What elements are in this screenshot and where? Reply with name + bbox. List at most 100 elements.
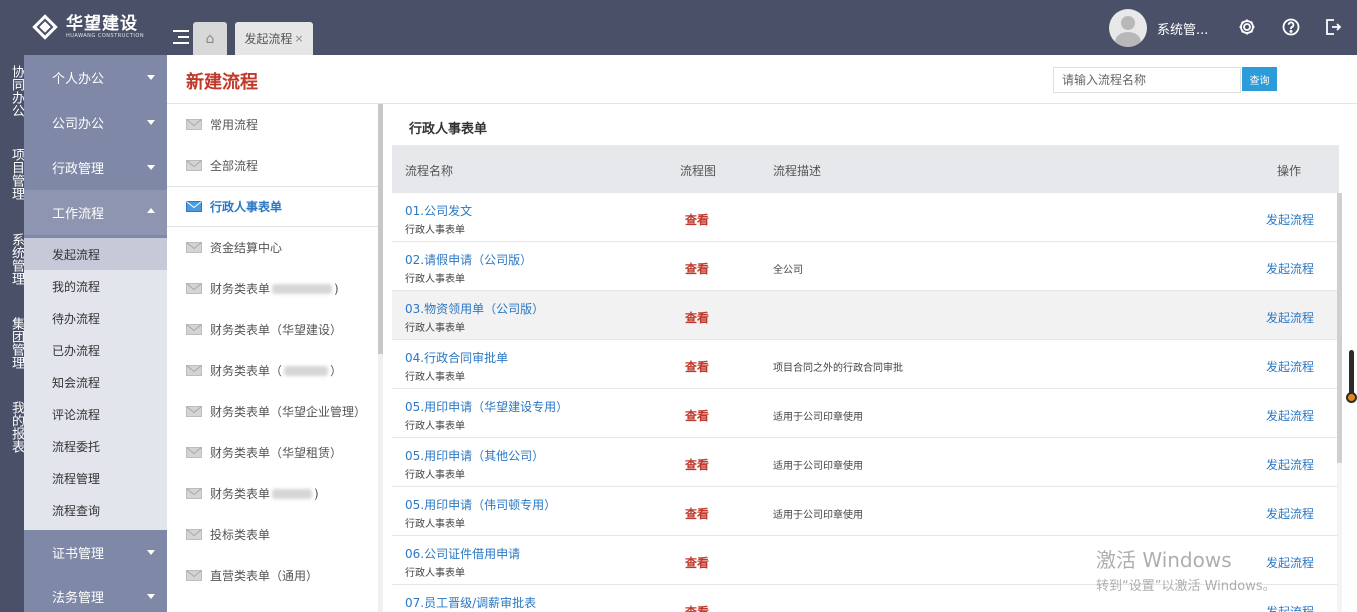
view-diagram-link[interactable]: 查看 — [685, 211, 709, 228]
menu-group-certificate-management[interactable]: 证书管理 — [24, 530, 167, 575]
tab-home[interactable]: ⌂ — [193, 22, 227, 55]
submenu-comment-process[interactable]: 评论流程 — [24, 398, 167, 430]
process-category: 行政人事表单 — [405, 274, 465, 285]
start-process-link[interactable]: 发起流程 — [1266, 309, 1314, 326]
process-category: 行政人事表单 — [405, 225, 465, 236]
scrollbar-thumb[interactable] — [1337, 193, 1342, 463]
table-row: 05.用印申请（其他公司） 行政人事表单 查看 适用于公司印章使用 发起流程 — [392, 438, 1337, 487]
module-group-management[interactable]: 集团管理 — [0, 317, 24, 369]
category-item[interactable]: 常用流程 — [167, 104, 378, 145]
category-item[interactable]: 财务类表单（华望建设） — [167, 309, 378, 350]
watermark-title: 激活 Windows — [1096, 548, 1232, 572]
category-item[interactable]: 财务类表单（华望租赁） — [167, 432, 378, 473]
module-collab-office[interactable]: 协同办公 — [0, 65, 24, 117]
process-name-link[interactable]: 05.用印申请（伟司顿专用） — [405, 496, 556, 513]
close-icon[interactable]: × — [294, 32, 303, 45]
mail-icon — [186, 283, 202, 294]
logo-diamond-icon — [30, 12, 60, 42]
table-row: 04.行政合同审批单 行政人事表单 查看 项目合同之外的行政合同审批 发起流程 — [392, 340, 1337, 389]
tab-label: 发起流程 — [244, 32, 293, 46]
user-name[interactable]: 系统管... — [1157, 19, 1208, 38]
category-item-active[interactable]: 行政人事表单 — [167, 186, 378, 227]
search-button[interactable]: 查询 — [1242, 67, 1277, 91]
column-header-desc: 流程描述 — [773, 164, 822, 178]
submenu-todo-process[interactable]: 待办流程 — [24, 302, 167, 334]
module-system-management[interactable]: 系统管理 — [0, 233, 24, 285]
page-title: 新建流程 — [186, 72, 258, 93]
start-process-link[interactable]: 发起流程 — [1266, 603, 1314, 612]
view-diagram-link[interactable]: 查看 — [685, 505, 709, 522]
mail-icon — [186, 324, 202, 335]
sidebar-menu: 个人办公 公司办公 行政管理 工作流程 发起流程 我的流程 待办流程 已办流程 … — [24, 55, 167, 612]
view-diagram-link[interactable]: 查看 — [685, 603, 709, 612]
category-item[interactable]: 财务类表单) — [167, 473, 378, 514]
brand-logo[interactable]: 华望建设 HUAWANG CONSTRUCTION — [30, 12, 144, 42]
menu-group-admin-management[interactable]: 行政管理 — [24, 145, 167, 190]
redacted-text — [272, 283, 333, 294]
table-row: 02.请假申请（公司版） 行政人事表单 查看 全公司 发起流程 — [392, 242, 1337, 291]
category-item[interactable]: 财务类表单（） — [167, 350, 378, 391]
start-process-link[interactable]: 发起流程 — [1266, 456, 1314, 473]
view-diagram-link[interactable]: 查看 — [685, 260, 709, 277]
help-icon[interactable] — [1281, 17, 1301, 37]
process-name-link[interactable]: 05.用印申请（其他公司） — [405, 447, 544, 464]
view-diagram-link[interactable]: 查看 — [685, 554, 709, 571]
table-header: 流程名称 流程图 流程描述 操作 — [392, 145, 1339, 193]
submenu-start-process[interactable]: 发起流程 — [24, 238, 167, 270]
scrollbar-thumb[interactable] — [378, 104, 383, 354]
submenu-query-process[interactable]: 流程查询 — [24, 494, 167, 526]
start-process-link[interactable]: 发起流程 — [1266, 407, 1314, 424]
windows-activation-watermark: 激活 Windows 转到“设置”以激活 Windows。 — [1096, 544, 1276, 594]
tab-start-process[interactable]: 发起流程 × — [235, 22, 313, 55]
submenu-manage-process[interactable]: 流程管理 — [24, 462, 167, 494]
scroll-handle-icon[interactable] — [1346, 392, 1357, 403]
start-process-link[interactable]: 发起流程 — [1266, 505, 1314, 522]
mail-icon — [186, 570, 202, 581]
process-category: 行政人事表单 — [405, 421, 465, 432]
redacted-text — [272, 488, 313, 499]
menu-toggle-icon[interactable] — [173, 30, 189, 44]
menu-group-workflow[interactable]: 工作流程 — [24, 190, 167, 235]
logout-icon[interactable] — [1323, 17, 1343, 37]
avatar[interactable] — [1109, 9, 1147, 47]
submenu-notify-process[interactable]: 知会流程 — [24, 366, 167, 398]
process-name-link[interactable]: 06.公司证件借用申请 — [405, 545, 520, 562]
process-name-link[interactable]: 07.员工晋级/调薪审批表 — [405, 594, 536, 611]
category-item[interactable]: 财务类表单（华望企业管理） — [167, 391, 378, 432]
category-item[interactable]: 投标类表单 — [167, 514, 378, 555]
chevron-up-icon — [147, 208, 155, 213]
process-search-input[interactable] — [1053, 67, 1241, 93]
menu-group-company-office[interactable]: 公司办公 — [24, 100, 167, 145]
mail-icon — [186, 160, 202, 171]
table-scrollbar[interactable] — [1337, 193, 1342, 612]
process-name-link[interactable]: 01.公司发文 — [405, 202, 472, 219]
module-project-management[interactable]: 项目管理 — [0, 148, 24, 200]
mail-icon — [186, 488, 202, 499]
start-process-link[interactable]: 发起流程 — [1266, 211, 1314, 228]
process-name-link[interactable]: 04.行政合同审批单 — [405, 349, 508, 366]
menu-group-personal-office[interactable]: 个人办公 — [24, 55, 167, 100]
category-item[interactable]: 财务类表单) — [167, 268, 378, 309]
submenu-my-process[interactable]: 我的流程 — [24, 270, 167, 302]
process-desc: 全公司 — [773, 265, 803, 276]
category-item[interactable]: 直营类表单（通用） — [167, 555, 378, 596]
submenu-delegate-process[interactable]: 流程委托 — [24, 430, 167, 462]
view-diagram-link[interactable]: 查看 — [685, 358, 709, 375]
view-diagram-link[interactable]: 查看 — [685, 309, 709, 326]
category-item[interactable]: 全部流程 — [167, 145, 378, 186]
start-process-link[interactable]: 发起流程 — [1266, 260, 1314, 277]
category-item[interactable]: 资金结算中心 — [167, 227, 378, 268]
start-process-link[interactable]: 发起流程 — [1266, 358, 1314, 375]
view-diagram-link[interactable]: 查看 — [685, 407, 709, 424]
gear-icon[interactable] — [1237, 17, 1257, 37]
mail-icon — [186, 201, 202, 212]
page-scrollbar[interactable] — [1346, 350, 1357, 403]
view-diagram-link[interactable]: 查看 — [685, 456, 709, 473]
menu-group-legal-management[interactable]: 法务管理 — [24, 574, 167, 612]
process-name-link[interactable]: 03.物资领用单（公司版） — [405, 300, 544, 317]
category-scrollbar[interactable] — [378, 104, 383, 612]
process-name-link[interactable]: 05.用印申请（华望建设专用） — [405, 398, 568, 415]
process-name-link[interactable]: 02.请假申请（公司版） — [405, 251, 532, 268]
module-my-reports[interactable]: 我的报表 — [0, 401, 24, 453]
submenu-done-process[interactable]: 已办流程 — [24, 334, 167, 366]
